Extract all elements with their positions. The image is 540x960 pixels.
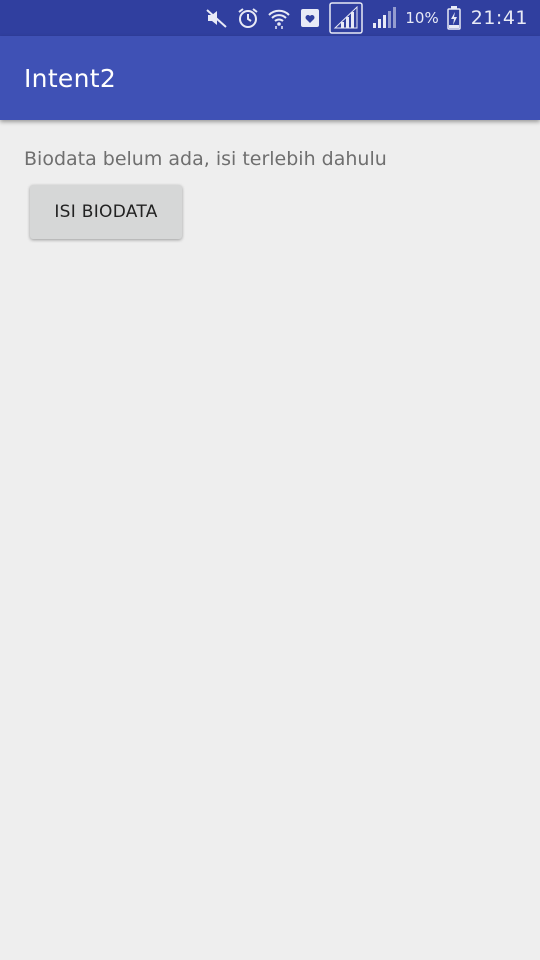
app-screen: 10% 21:41 Intent2 Biodata belum ada, isi… (0, 0, 540, 960)
app-title: Intent2 (24, 63, 117, 93)
signal-icon-2 (371, 0, 397, 36)
alarm-icon (237, 0, 259, 36)
wifi-icon (267, 0, 291, 36)
status-bar: 10% 21:41 (0, 0, 540, 36)
main-content: Biodata belum ada, isi terlebih dahulu I… (0, 120, 540, 960)
biodata-status-text: Biodata belum ada, isi terlebih dahulu (24, 148, 387, 170)
battery-percent: 10% (405, 9, 439, 27)
signal-icon (329, 0, 364, 36)
battery-charging-icon (446, 0, 461, 36)
status-clock: 21:41 (470, 7, 528, 29)
mute-icon (205, 0, 229, 36)
app-bar: Intent2 (0, 36, 540, 120)
notification-icon (299, 0, 321, 36)
fill-biodata-button[interactable]: ISI BIODATA (30, 185, 182, 239)
